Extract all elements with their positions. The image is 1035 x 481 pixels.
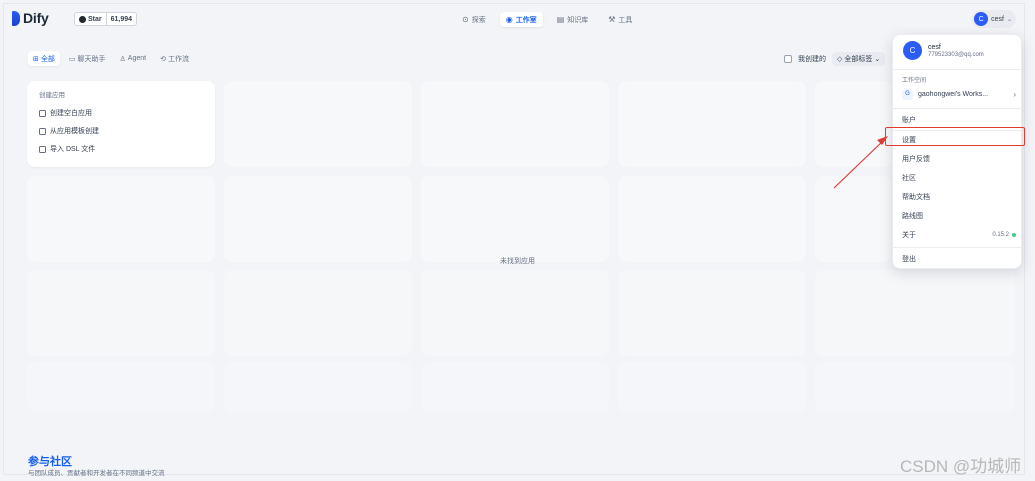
watermark: CSDN @功城师 — [900, 457, 1022, 476]
annotation-arrow-icon — [833, 136, 888, 189]
